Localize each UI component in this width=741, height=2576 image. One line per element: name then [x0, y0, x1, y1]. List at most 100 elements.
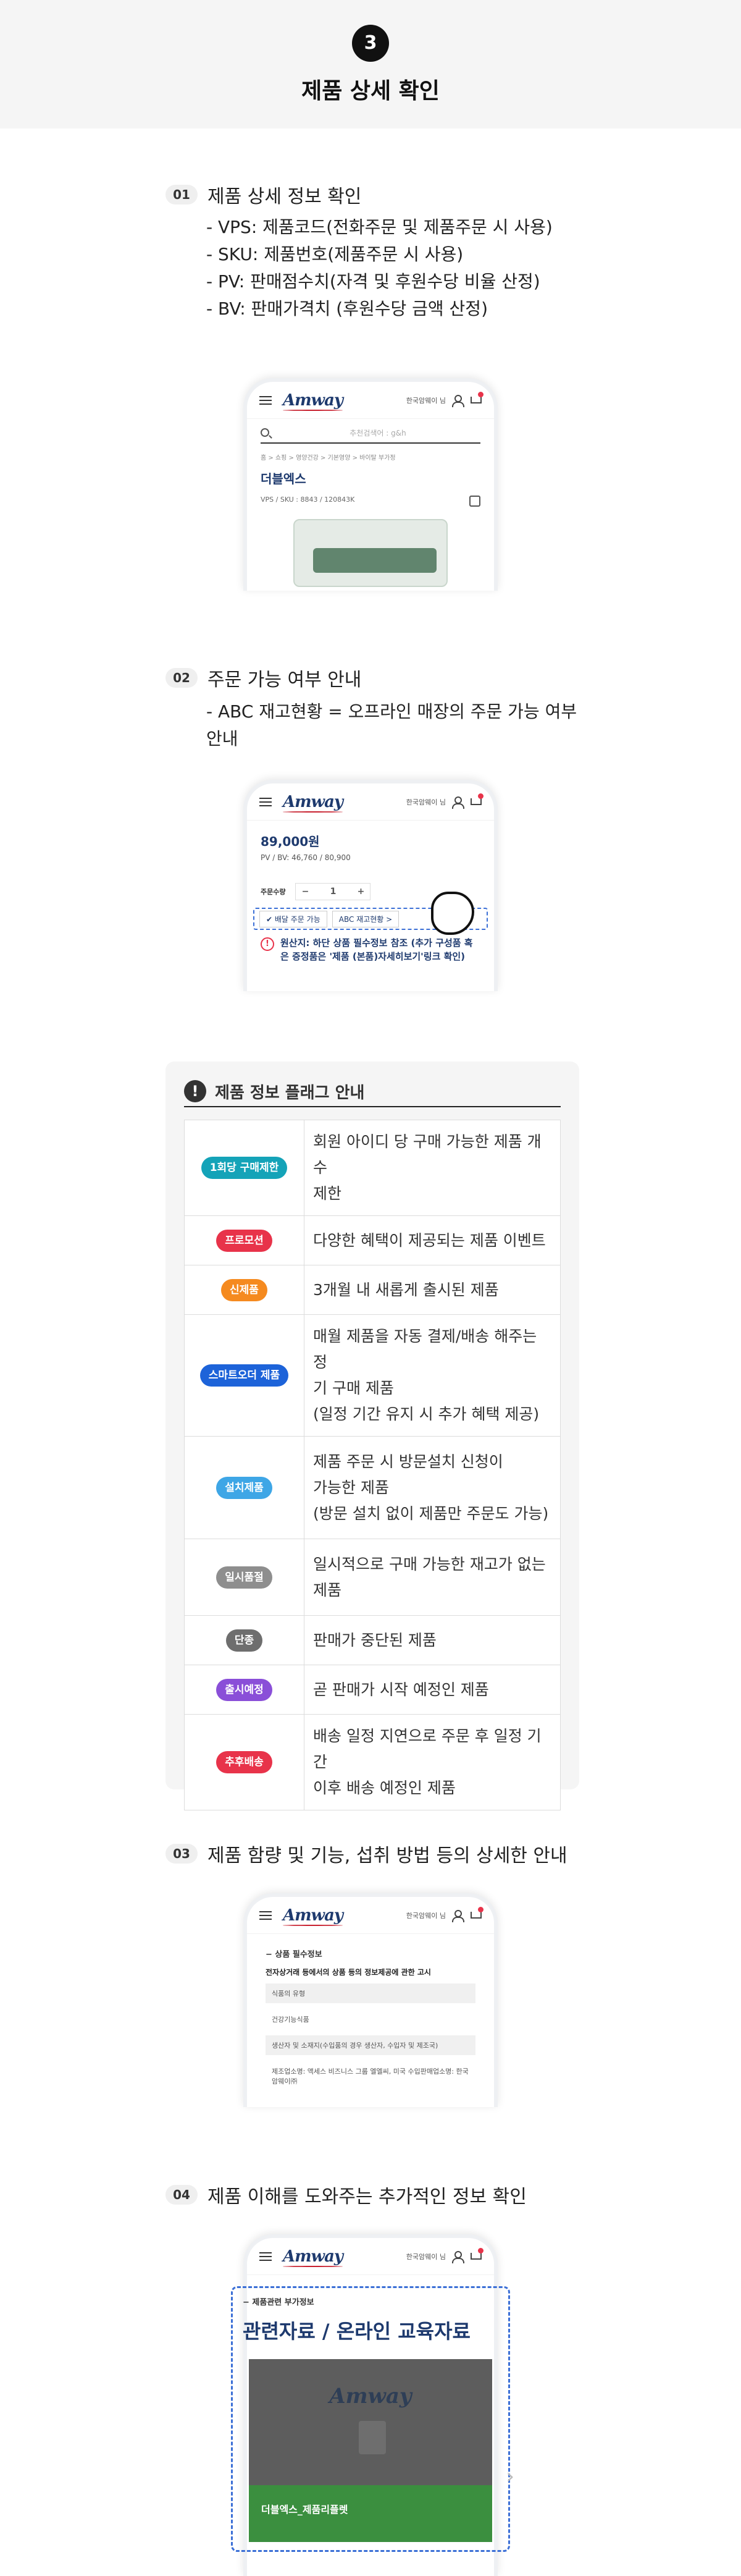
flag-description: 제품 주문 시 방문설치 신청이 가능한 제품 (방문 설치 없이 제품만 주문도 …: [304, 1436, 561, 1539]
search-bar[interactable]: 추천검색어 : g&h: [261, 423, 480, 444]
section-title: 제품 함량 및 기능, 섭취 방법 등의 상세한 안내: [207, 1845, 567, 1867]
bullet-abc-stock: - ABC 재고현황 = 오프라인 매장의 주문 가능 여부 안내: [206, 701, 577, 749]
flag-description: 다양한 혜택이 제공되는 제품 이벤트: [304, 1215, 561, 1265]
flag-badge: 추후배송: [216, 1751, 272, 1773]
search-placeholder: 추천검색어 : g&h: [350, 428, 406, 437]
flag-badge-cell: 설치제품: [184, 1436, 304, 1539]
amway-logo[interactable]: Amway: [283, 1906, 343, 1926]
required-info-subtitle: 전자상거래 등에서의 상품 등의 정보제공에 관한 고시: [266, 1968, 431, 1977]
product-flag-guide: ! 제품 정보 플래그 안내 1회당 구매제한 회원 아이디 당 구매 가능한 제…: [165, 1062, 579, 1810]
menu-icon[interactable]: [259, 395, 272, 405]
card-amway-logo: Amway: [329, 2384, 412, 2409]
flag-row: 설치제품 제품 주문 시 방문설치 신청이 가능한 제품 (방문 설치 없이 제품만 …: [184, 1436, 561, 1539]
app-header: Amway 한국암웨이 님: [247, 1897, 494, 1934]
bullet-bv: - BV: 판매가격치 (후원수당 금액 산정): [206, 298, 488, 319]
abc-stock-button[interactable]: ABC 재고현황 >: [332, 910, 400, 927]
flag-description-line: 판매가 중단된 제품: [313, 1631, 437, 1649]
flag-badge-cell: 출시예정: [184, 1665, 304, 1715]
flag-description: 일시적으로 구매 가능한 재고가 없는 제품: [304, 1539, 561, 1616]
required-info-toggle[interactable]: − 상품 필수정보: [266, 1948, 475, 1959]
flag-description-line: 다양한 혜택이 제공되는 제품 이벤트: [313, 1231, 546, 1249]
flag-description-line: 회원 아이디 당 구매 가능한 제품 개수: [313, 1133, 542, 1176]
flag-description-line: 제품 주문 시 방문설치 신청이: [313, 1452, 503, 1471]
flag-description-line: 3개월 내 새롭게 출시된 제품: [313, 1280, 499, 1299]
flag-description-line: 곧 판매가 시작 예정인 제품: [313, 1680, 489, 1699]
user-greeting: 한국암웨이 님: [406, 396, 446, 405]
amway-logo[interactable]: Amway: [283, 391, 343, 411]
step-number-badge: 3: [352, 25, 389, 62]
quantity-label: 주문수량: [261, 888, 286, 896]
qty-plus-button[interactable]: +: [351, 887, 370, 897]
card-caption: 더블엑스_제품리플렛: [249, 2485, 492, 2542]
flag-description: 곧 판매가 시작 예정인 제품: [304, 1665, 561, 1715]
section-title: 주문 가능 여부 안내: [207, 669, 362, 691]
flag-description-line: 매월 제품을 자동 결제/배송 해주는 정: [313, 1327, 537, 1371]
delivery-available-chip[interactable]: ✔ 배달 주문 가능: [259, 910, 327, 927]
product-code-row: VPS / SKU : 8843 / 120843K: [261, 496, 480, 507]
amway-logo[interactable]: Amway: [283, 793, 343, 813]
qty-minus-button[interactable]: −: [296, 887, 314, 897]
section-03-header: 03 제품 함량 및 기능, 섭취 방법 등의 상세한 안내: [165, 1840, 567, 1867]
user-icon[interactable]: [452, 394, 464, 407]
flag-description-line: 제품: [313, 1581, 342, 1599]
flag-guide-header: ! 제품 정보 플래그 안내: [184, 1076, 561, 1107]
section-02-bullets: - ABC 재고현황 = 오프라인 매장의 주문 가능 여부 안내: [206, 698, 589, 753]
flag-description-line: 이후 배송 예정인 제품: [313, 1779, 456, 1797]
flag-badge-cell: 스마트오더 제품: [184, 1314, 304, 1437]
section-number: 03: [165, 1844, 198, 1864]
user-icon[interactable]: [452, 796, 464, 809]
product-name: 더블엑스: [261, 471, 306, 486]
cart-icon[interactable]: [469, 1906, 484, 1921]
user-icon[interactable]: [452, 2250, 464, 2263]
flag-row: 1회당 구매제한 회원 아이디 당 구매 가능한 제품 개수 제한: [184, 1120, 561, 1216]
flag-badge-cell: 프로모션: [184, 1215, 304, 1265]
flag-row: 신제품 3개월 내 새롭게 출시된 제품: [184, 1265, 561, 1315]
chevron-right-icon[interactable]: ›: [506, 2464, 514, 2489]
product-price: 89,000원: [261, 834, 320, 849]
share-icon[interactable]: [469, 496, 480, 507]
flag-description-line: (일정 기간 유지 시 추가 혜택 제공): [313, 1405, 540, 1423]
section-title: 제품 상세 정보 확인: [207, 186, 362, 208]
flag-badge: 단종: [225, 1629, 263, 1652]
user-icon[interactable]: [452, 1909, 464, 1922]
menu-icon[interactable]: [259, 797, 272, 806]
flag-row: 스마트오더 제품 매월 제품을 자동 결제/배송 해주는 정기 구매 제품 (일정 …: [184, 1314, 561, 1437]
flag-badge-cell: 추후배송: [184, 1714, 304, 1810]
flag-row: 프로모션 다양한 혜택이 제공되는 제품 이벤트: [184, 1215, 561, 1265]
related-info-toggle[interactable]: − 제품관련 부가정보: [243, 2295, 498, 2307]
related-materials-highlight: − 제품관련 부가정보 관련자료 / 온라인 교육자료 Amway 더블엑스_제…: [231, 2286, 514, 2552]
document-icon: [359, 2421, 386, 2454]
amway-logo[interactable]: Amway: [283, 2247, 343, 2267]
pointing-hand-icon: [431, 892, 474, 935]
info-row: 생산자 및 소재지(수입품의 경우 생산자, 수입자 및 제조국): [266, 2035, 475, 2055]
cart-icon[interactable]: [469, 793, 484, 808]
leaflet-card[interactable]: Amway 더블엑스_제품리플렛 ›: [249, 2359, 514, 2542]
qty-value[interactable]: 1: [314, 887, 351, 897]
search-icon[interactable]: [261, 428, 269, 437]
app-header: Amway 한국암웨이 님: [247, 783, 494, 821]
cart-icon[interactable]: [469, 2247, 484, 2262]
bullet-vps: - VPS: 제품코드(전화주문 및 제품주문 시 사용): [206, 217, 553, 237]
flag-badge: 출시예정: [216, 1678, 272, 1701]
section-number: 01: [165, 185, 198, 205]
phone-mockup-order-availability: Amway 한국암웨이 님 89,000원 PV / BV: 46,760 / …: [243, 780, 498, 991]
menu-icon[interactable]: [259, 1911, 272, 1920]
user-greeting: 한국암웨이 님: [406, 1911, 446, 1920]
flag-badge: 1회당 구매제한: [201, 1157, 288, 1179]
bullet-sku: - SKU: 제품번호(제품주문 시 사용): [206, 244, 464, 264]
flag-description: 판매가 중단된 제품: [304, 1615, 561, 1665]
phone-mockup-product-detail: Amway 한국암웨이 님 추천검색어 : g&h 홈 > 쇼핑 > 영양건강 …: [243, 378, 498, 591]
page-title: 제품 상세 확인: [301, 78, 440, 104]
quantity-stepper[interactable]: − 1 +: [295, 883, 371, 900]
cart-icon[interactable]: [469, 391, 484, 406]
info-row: 제조업소명: 액세스 비즈니스 그룹 엘엘씨, 미국 수입판매업소명: 한국암웨…: [272, 2067, 469, 2085]
flag-description: 매월 제품을 자동 결제/배송 해주는 정기 구매 제품 (일정 기간 유지 시 …: [304, 1314, 561, 1437]
flag-badge: 신제품: [221, 1278, 267, 1301]
flag-description-line: 가능한 제품: [313, 1478, 389, 1497]
flag-description: 회원 아이디 당 구매 가능한 제품 개수 제한: [304, 1120, 561, 1216]
breadcrumb[interactable]: 홈 > 쇼핑 > 영양건강 > 기본영양 > 바이탈 부가정: [261, 452, 480, 462]
flag-badge-cell: 일시품절: [184, 1539, 304, 1616]
menu-icon[interactable]: [259, 2252, 272, 2261]
alert-icon: !: [261, 937, 274, 951]
product-code: VPS / SKU : 8843 / 120843K: [261, 496, 355, 504]
